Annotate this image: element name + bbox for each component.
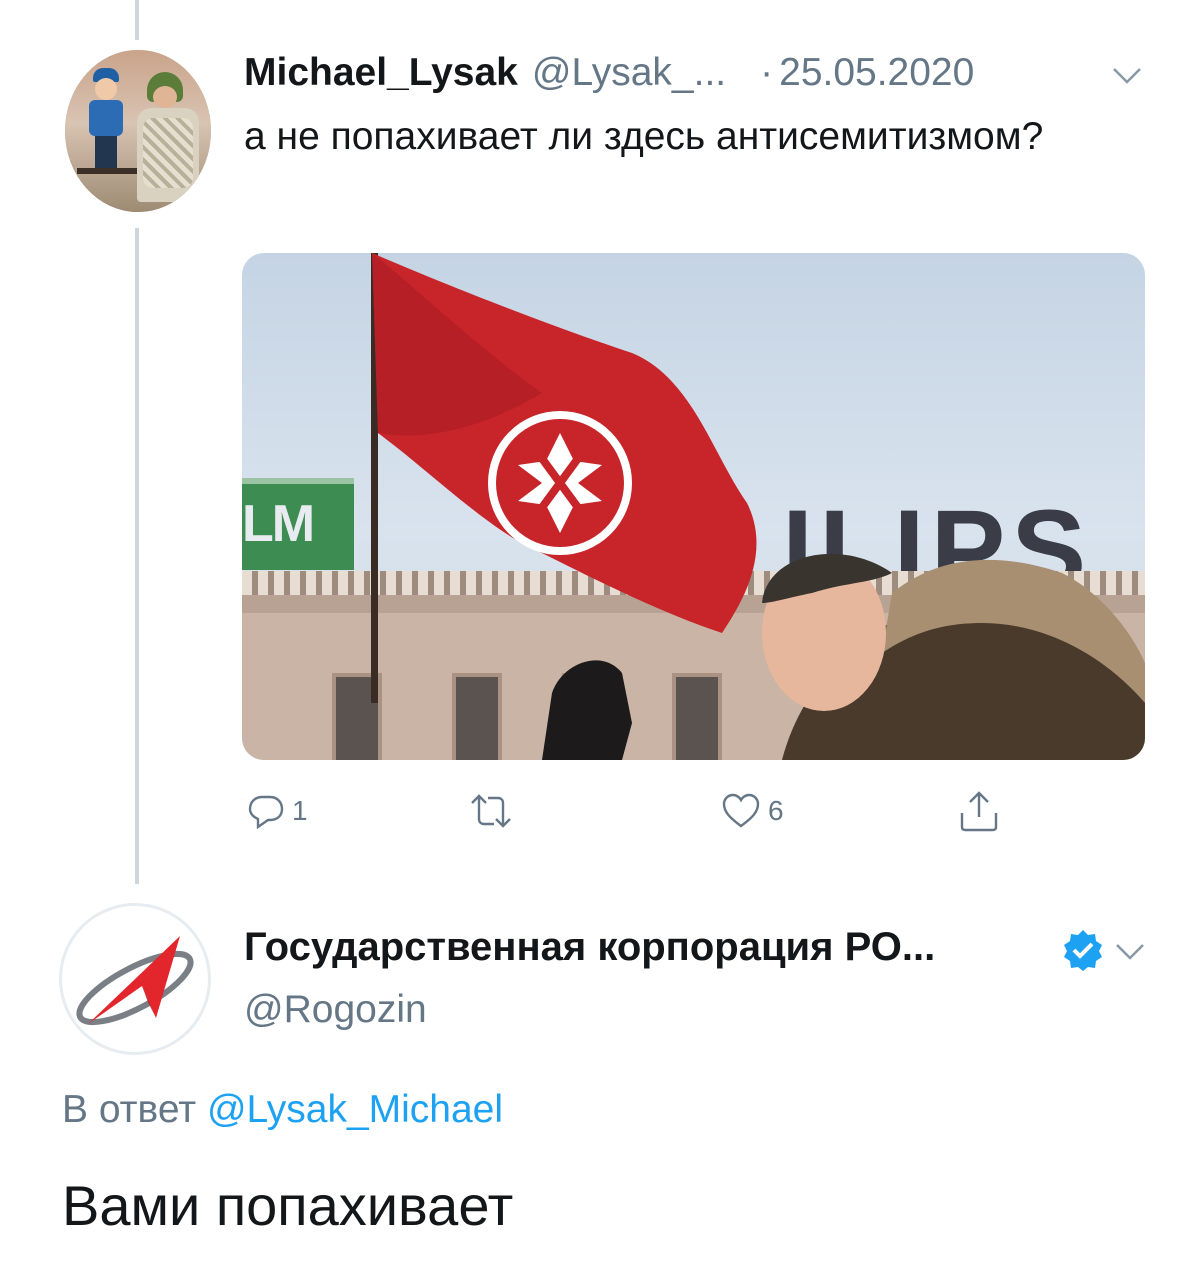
- tweet-header: Michael_Lysak @Lysak_... · 25.05.2020: [244, 48, 974, 98]
- reply-icon: [246, 791, 286, 831]
- chevron-down-icon[interactable]: [1114, 938, 1146, 968]
- share-button[interactable]: [957, 786, 1001, 836]
- share-icon: [957, 789, 1001, 833]
- reply-count: 1: [292, 795, 308, 826]
- like-count: 6: [768, 795, 784, 826]
- avatar[interactable]: [59, 903, 211, 1055]
- chevron-down-icon[interactable]: [1111, 62, 1143, 92]
- avatar[interactable]: [65, 50, 211, 212]
- tweet-text: а не попахивает ли здесь антисемитизмом?: [244, 115, 1044, 158]
- speaker-person: [542, 553, 1145, 760]
- tweet-photo[interactable]: LM ILIPS: [242, 253, 1145, 760]
- roscosmos-logo-icon: [76, 936, 194, 1026]
- separator-dot: ·: [760, 51, 774, 94]
- thread-line-top: [135, 0, 139, 40]
- tweet-date[interactable]: 25.05.2020: [779, 51, 974, 95]
- retweet-icon: [468, 791, 514, 831]
- avatar-woman-figure: [137, 72, 199, 202]
- like-button[interactable]: 6: [720, 786, 784, 836]
- display-name[interactable]: Michael_Lysak: [244, 51, 518, 95]
- username[interactable]: @Lysak_...: [532, 51, 726, 95]
- display-name[interactable]: Государственная корпорация РО...: [244, 925, 935, 970]
- tweet-actions: 1 6: [244, 786, 1024, 836]
- reply-context: В ответ @Lysak_Michael: [62, 1088, 503, 1132]
- thread-line: [135, 228, 139, 884]
- username[interactable]: @Rogozin: [244, 988, 427, 1032]
- reply-prefix: В ответ: [62, 1088, 197, 1131]
- tweet-text: Вами попахивает: [62, 1174, 514, 1237]
- retweet-button[interactable]: [468, 786, 514, 836]
- verified-badge-icon: [1061, 928, 1105, 977]
- reply-mention-link[interactable]: @Lysak_Michael: [207, 1088, 503, 1131]
- reply-button[interactable]: 1: [246, 786, 308, 836]
- heart-icon: [720, 791, 762, 831]
- avatar-bench: [77, 168, 137, 174]
- avatar-child-figure: [87, 68, 127, 178]
